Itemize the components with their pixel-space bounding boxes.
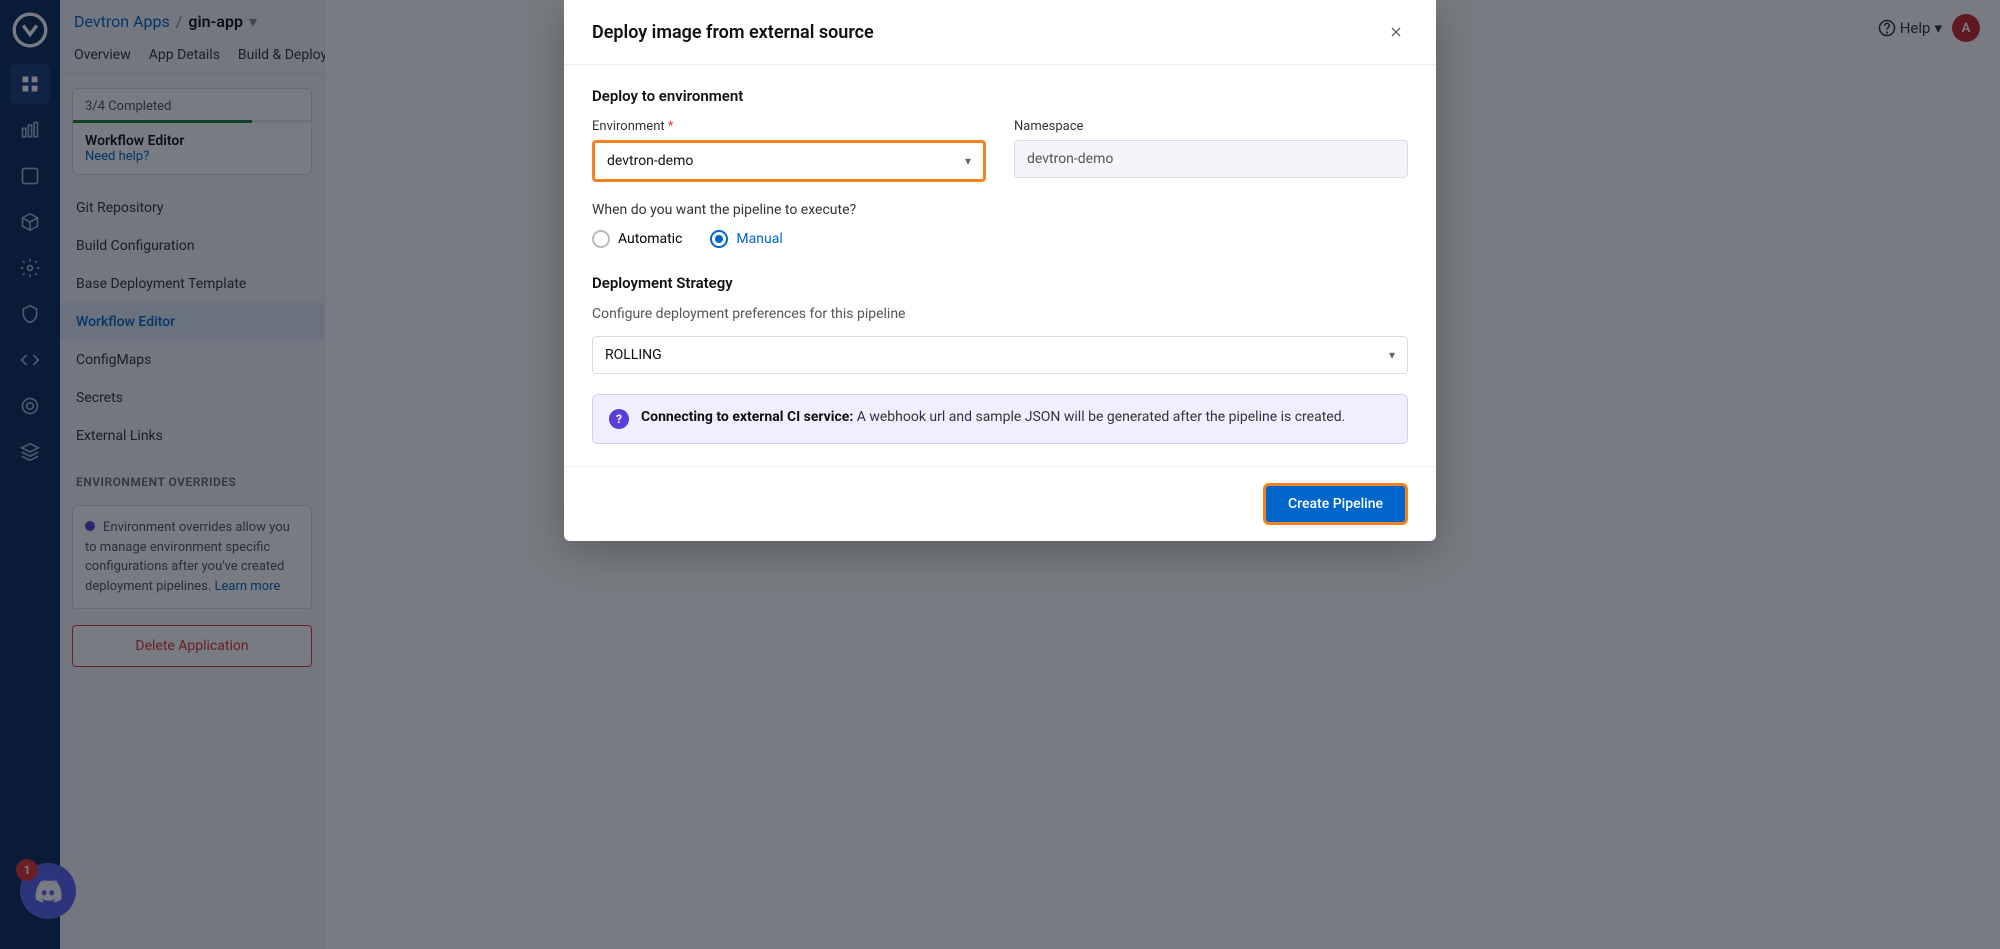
close-icon [1388,24,1404,40]
namespace-label: Namespace [1014,119,1408,134]
section-strategy: Deployment Strategy [592,274,1408,292]
external-ci-info: ? Connecting to external CI service: A w… [592,394,1408,444]
radio-manual[interactable]: Manual [710,230,782,248]
env-label: Environment * [592,119,986,134]
strategy-select[interactable]: ROLLING ▾ [592,336,1408,374]
radio-icon [592,230,610,248]
radio-icon [710,230,728,248]
environment-select[interactable]: devtron-demo ▾ [592,140,986,182]
create-pipeline-button[interactable]: Create Pipeline [1263,483,1408,525]
strategy-sub: Configure deployment preferences for thi… [592,306,1408,322]
namespace-field: devtron-demo [1014,140,1408,178]
deploy-modal: Deploy image from external source Deploy… [564,0,1436,541]
radio-automatic[interactable]: Automatic [592,230,682,248]
execute-question: When do you want the pipeline to execute… [592,202,1408,218]
info-icon: ? [609,409,629,429]
chevron-down-icon: ▾ [965,154,971,168]
modal-title: Deploy image from external source [592,22,874,43]
section-deploy-env: Deploy to environment [592,87,1408,105]
close-button[interactable] [1384,20,1408,44]
chevron-down-icon: ▾ [1389,348,1395,362]
